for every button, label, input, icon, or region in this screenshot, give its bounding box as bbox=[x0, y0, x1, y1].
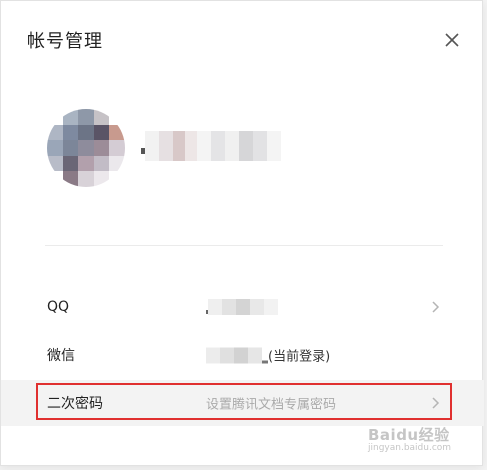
dialog-title: 帐号管理 bbox=[27, 31, 103, 52]
account-row-qq[interactable]: QQ bbox=[1, 284, 484, 330]
close-icon[interactable] bbox=[441, 29, 463, 51]
avatar bbox=[47, 109, 125, 187]
wechat-account: (当前登录) bbox=[206, 346, 330, 365]
wechat-label: 微信 bbox=[47, 348, 75, 364]
watermark-subtext: jingyan.baidu.com bbox=[368, 443, 452, 453]
account-management-dialog: 帐号管理 QQ 微信 (当前登录) 二次密码 设置腾讯文档专属密码 bbox=[0, 0, 484, 466]
watermark: Baidu经验 jingyan.baidu.com bbox=[368, 424, 451, 453]
nickname-blurred bbox=[141, 131, 281, 161]
qq-label: QQ bbox=[47, 299, 70, 315]
account-row-wechat[interactable]: 微信 (当前登录) bbox=[1, 332, 484, 378]
highlight-annotation-box bbox=[36, 383, 452, 420]
qq-account-blurred bbox=[206, 299, 278, 315]
chevron-right-icon[interactable] bbox=[430, 300, 442, 314]
watermark-text: Baidu经验 bbox=[368, 426, 450, 444]
divider bbox=[45, 245, 443, 246]
current-login-badge: (当前登录) bbox=[268, 349, 331, 365]
